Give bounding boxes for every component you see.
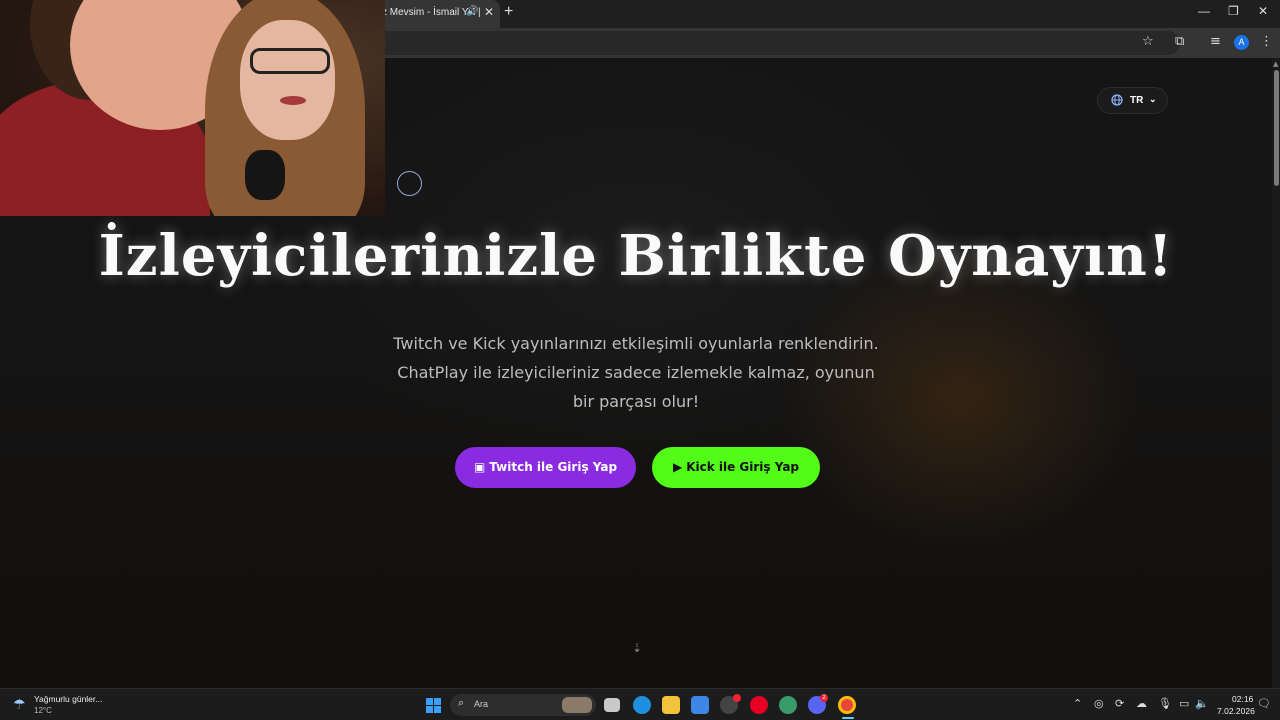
taskbar-search[interactable]: ⌕ Ara [450,694,596,716]
search-icon: ⌕ [458,697,465,709]
store-icon[interactable] [691,696,709,714]
address-bar[interactable] [360,31,1180,55]
close-window-button[interactable]: ✕ [1258,4,1268,18]
hero-subtitle-line: ChatPlay ile izleyicileriniz sadece izle… [397,363,875,382]
hero-subtitle-line: Twitch ve Kick yayınlarınızı etkileşimli… [393,334,879,353]
kick-login-label: Kick ile Giriş Yap [686,460,800,474]
play-icon: ▶ [672,460,683,474]
kick-login-button[interactable]: ▶ Kick ile Giriş Yap [652,447,820,488]
extensions-icon[interactable]: ⧉ [1175,34,1184,49]
browser-tab[interactable]: z Mevsim - İsmail YK | 🔊 ✕ [372,0,500,28]
active-app-indicator [842,717,854,719]
microphone-icon[interactable]: 🎙 [1158,697,1172,710]
cloud-icon[interactable]: ☁ [1136,697,1147,710]
minimize-button[interactable]: — [1198,4,1210,18]
menu-icon[interactable]: ⋮ [1260,34,1273,49]
weather-label[interactable]: Yağmurlu günler... [34,694,102,704]
network-icon[interactable]: ▭ [1179,697,1189,710]
hero-subtitle-line: bir parçası olur! [572,392,700,411]
task-view-icon[interactable] [604,698,620,712]
windows-taskbar: ☂ Yağmurlu günler... 12°C ⌕ Ara 2 ⌃ ◎ ⟳ … [0,688,1280,720]
close-tab-icon[interactable]: ✕ [484,5,494,19]
twitch-login-button[interactable]: ▣ Twitch ile Giriş Yap [455,447,636,488]
search-placeholder: Ara [474,699,489,709]
chevron-down-icon: ⌄ [1149,94,1157,104]
start-button[interactable] [426,698,441,713]
new-tab-button[interactable]: + [504,3,513,21]
rain-cloud-icon[interactable]: ☂ [13,696,26,713]
volume-icon[interactable]: 🔈 [1195,697,1209,710]
pinterest-icon[interactable] [750,696,768,714]
weather-temperature[interactable]: 12°C [34,706,52,715]
edge-icon[interactable] [633,696,651,714]
media-control-icon[interactable]: ≡ [1210,34,1221,49]
search-highlight-image [562,697,592,713]
notifications-icon[interactable]: 🗨 [1257,697,1271,710]
restore-button[interactable]: ❐ [1228,4,1239,18]
notification-dot [733,694,741,702]
twitch-login-label: Twitch ile Giriş Yap [489,460,618,474]
language-code: TR [1130,95,1144,106]
chevron-up-icon[interactable]: ⌃ [1073,697,1082,710]
discord-badge: 2 [820,694,828,702]
clock-date[interactable]: 7.02.2026 [1217,706,1255,716]
speaker-icon[interactable]: 🔊 [466,6,478,17]
language-selector[interactable]: TR ⌄ [1097,87,1168,114]
cursor-highlight [397,171,422,196]
globe-app-icon[interactable] [779,696,797,714]
scroll-down-icon[interactable]: ⇣ [632,641,642,655]
scrollbar-thumb[interactable] [1274,70,1279,186]
scroll-up-arrow-icon[interactable]: ▲ [1273,60,1278,68]
clock-time[interactable]: 02:16 [1232,694,1253,704]
hero-title: İzleyicilerinizle Birlikte Oynayın! [98,223,1174,289]
tray-app-icon[interactable]: ◎ [1094,697,1104,710]
bookmark-star-icon[interactable]: ☆ [1142,34,1154,49]
sync-icon[interactable]: ⟳ [1115,697,1124,710]
globe-icon [1111,94,1123,109]
twitch-icon: ▣ [473,460,486,474]
chrome-icon[interactable] [838,696,856,714]
webcam-overlay [0,0,385,216]
file-explorer-icon[interactable] [662,696,680,714]
profile-avatar[interactable]: A [1234,35,1249,50]
